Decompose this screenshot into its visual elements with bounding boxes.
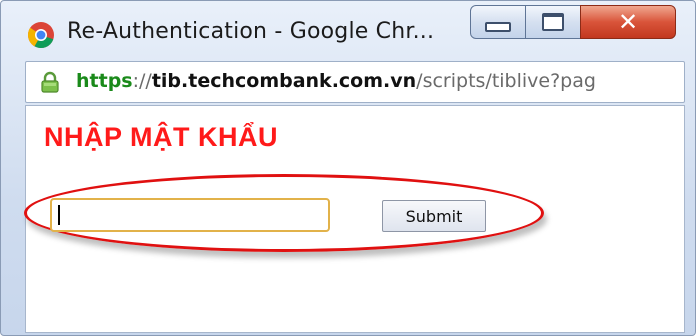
maximize-icon xyxy=(542,13,564,31)
close-icon: ✕ xyxy=(617,8,639,36)
page-content: NHẬP MẬT KHẨU Submit xyxy=(24,105,685,333)
url-scheme: https xyxy=(76,70,133,92)
password-input[interactable] xyxy=(50,198,330,232)
url-separator: :// xyxy=(132,70,152,92)
submit-button[interactable]: Submit xyxy=(382,200,486,232)
maximize-button[interactable] xyxy=(525,5,581,39)
minimize-button[interactable] xyxy=(470,5,526,39)
minimize-icon xyxy=(485,22,511,32)
close-button[interactable]: ✕ xyxy=(580,5,676,39)
text-caret xyxy=(58,205,60,225)
browser-popup-window: Re-Authentication - Google Chr... ✕ http… xyxy=(0,0,696,336)
window-title: Re-Authentication - Google Chr... xyxy=(67,19,435,44)
url-path: /scripts/tiblive?pag xyxy=(416,70,596,92)
page-heading: NHẬP MẬT KHẨU xyxy=(44,122,278,152)
lock-icon xyxy=(41,71,59,93)
title-bar[interactable]: Re-Authentication - Google Chr... ✕ xyxy=(1,1,696,59)
address-bar[interactable]: https://tib.techcombank.com.vn/scripts/t… xyxy=(25,61,685,103)
url-host: tib.techcombank.com.vn xyxy=(151,70,417,92)
url-text: https://tib.techcombank.com.vn/scripts/t… xyxy=(76,70,596,92)
chrome-icon xyxy=(27,22,54,49)
